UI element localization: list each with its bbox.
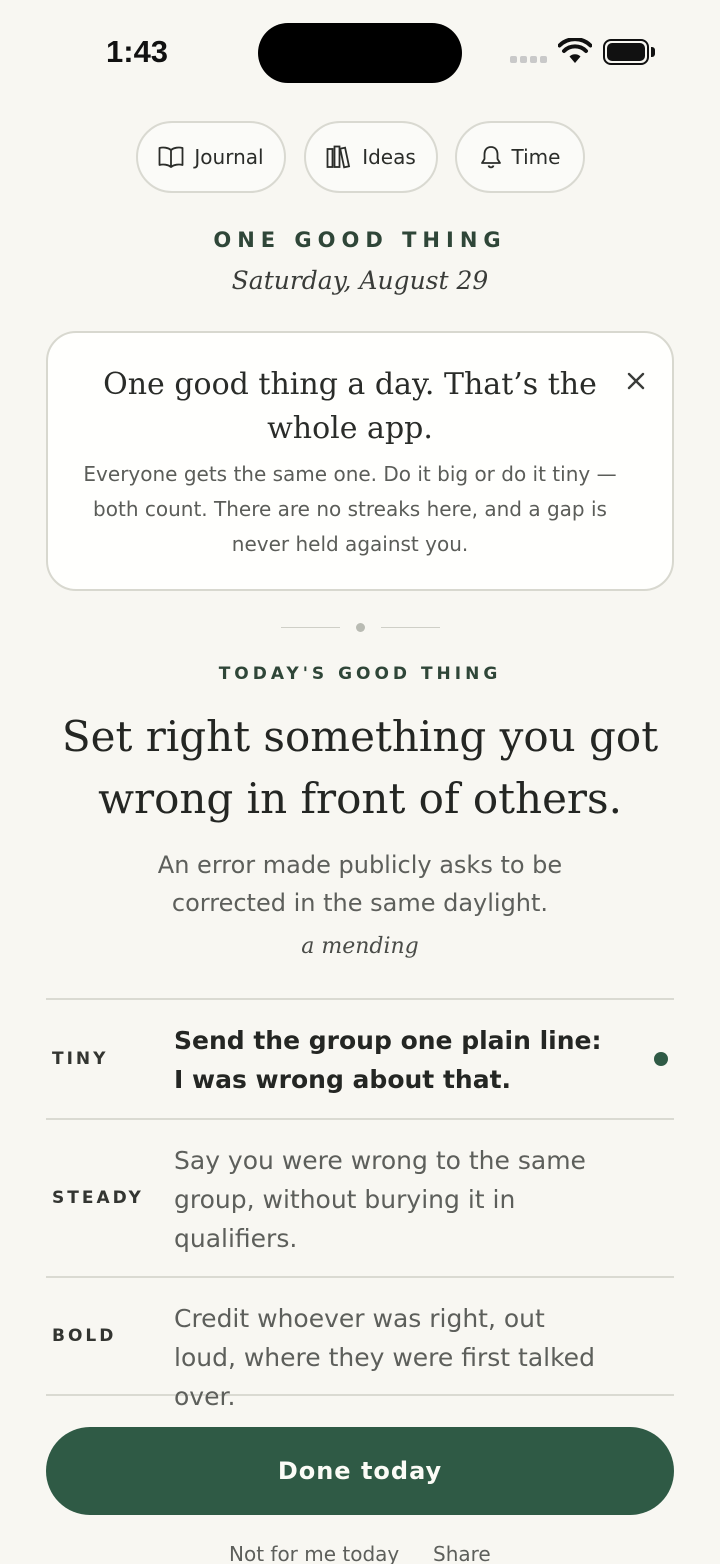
journal-label: Journal — [194, 145, 264, 169]
option-level: TINY — [52, 1049, 109, 1069]
intro-body: Everyone gets the same one. Do it big or… — [83, 462, 617, 556]
close-icon — [627, 372, 645, 390]
status-time: 1:43 — [106, 34, 169, 69]
books-icon — [326, 145, 351, 169]
battery-icon — [603, 39, 655, 65]
selected-indicator — [654, 1052, 668, 1066]
option-list: TINY Send the group one plain line: I wa… — [46, 998, 674, 1411]
intro-title: One good thing a day. That’s the whole a… — [103, 367, 597, 446]
time-label: Time — [511, 145, 561, 169]
cellular-signal-icon — [510, 56, 548, 64]
option-text: Credit whoever was right, out loud, wher… — [174, 1304, 595, 1411]
not-for-me-link[interactable]: Not for me today — [229, 1542, 399, 1564]
option-text: Send the group one plain line: I was wro… — [174, 1026, 602, 1094]
good-thing-headline: Set right something you got wrong in fro… — [61, 712, 659, 823]
status-bar: 1:43 — [0, 0, 720, 100]
divider-left — [281, 627, 340, 628]
ideas-label: Ideas — [362, 145, 416, 169]
bell-icon — [480, 146, 501, 169]
intro-card: One good thing a day. That’s the whole a… — [46, 331, 674, 591]
option-level: STEADY — [52, 1188, 144, 1208]
share-link[interactable]: Share — [433, 1542, 491, 1564]
done-today-button[interactable]: Done today — [46, 1427, 674, 1515]
option-level: BOLD — [52, 1326, 117, 1346]
close-intro-button[interactable] — [622, 367, 650, 395]
wifi-icon — [558, 38, 592, 63]
option-bold[interactable]: BOLD Credit whoever was right, out loud,… — [46, 1276, 674, 1411]
divider-right — [381, 627, 440, 628]
journal-button[interactable]: Journal — [136, 121, 286, 193]
time-button[interactable]: Time — [455, 121, 585, 193]
divider-dot — [356, 623, 365, 632]
option-tiny[interactable]: TINY Send the group one plain line: I wa… — [46, 998, 674, 1118]
good-thing-subhead: An error made publicly asks to be correc… — [157, 851, 563, 917]
option-steady[interactable]: STEADY Say you were wrong to the same gr… — [46, 1118, 674, 1276]
section-label: TODAY'S GOOD THING — [218, 664, 502, 684]
option-text: Say you were wrong to the same group, wi… — [174, 1146, 586, 1253]
ideas-button[interactable]: Ideas — [304, 121, 438, 193]
book-icon — [159, 146, 184, 168]
date-label: Saturday, August 29 — [231, 266, 489, 295]
dynamic-island — [258, 23, 462, 83]
app-title: ONE GOOD THING — [213, 228, 507, 252]
good-thing-tag: a mending — [301, 934, 419, 959]
